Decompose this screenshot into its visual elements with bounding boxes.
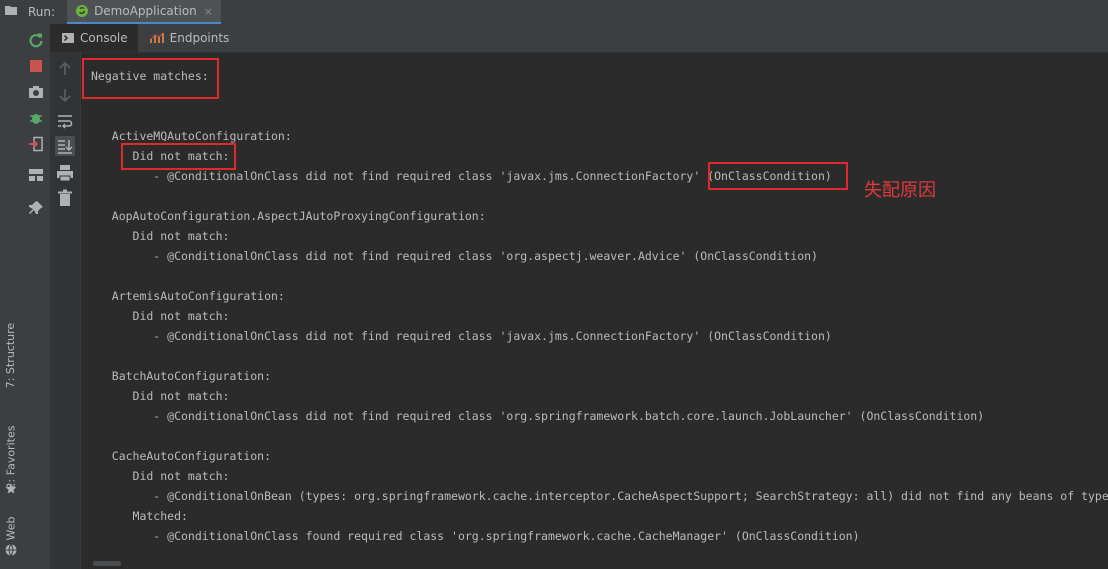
console-line: - @ConditionalOnBean (types: org.springf… [153, 489, 1108, 503]
print-icon[interactable] [55, 163, 75, 183]
highlight-onclasscondition [708, 162, 848, 190]
console-line: - @ConditionalOnClass did not find requi… [91, 329, 832, 343]
highlight-did-not-match [121, 143, 236, 170]
scroll-up-icon[interactable] [55, 59, 75, 79]
console-line: Did not match: [91, 229, 230, 243]
console-line: - @ConditionalOnClass did not find requi… [91, 249, 818, 263]
camera-icon[interactable] [28, 84, 44, 100]
console-line: AopAutoConfiguration.AspectJAutoProxying… [91, 209, 486, 223]
horizontal-scrollbar-thumb[interactable] [93, 561, 121, 566]
run-actions-toolbar [22, 24, 51, 569]
structure-tool-tab[interactable]: 7: Structure [0, 310, 22, 400]
layout-icon[interactable] [28, 167, 44, 183]
console-line: ActiveMQAutoConfiguration: [91, 129, 292, 143]
tab-console-label: Console [80, 31, 128, 45]
run-toolbar: Run: DemoApplication × [22, 0, 1108, 25]
pin-icon[interactable] [28, 200, 44, 216]
star-icon [5, 483, 17, 494]
console-line: Did not match: [91, 309, 230, 323]
web-tab-label: Web [4, 516, 18, 540]
debug-bug-icon[interactable] [28, 110, 44, 126]
favorites-tab-label: 2: Favorites [4, 425, 18, 489]
tab-endpoints-label: Endpoints [169, 31, 230, 45]
highlight-negative-matches [82, 58, 219, 99]
structure-tab-label: 7: Structure [4, 322, 18, 388]
console-line: ArtemisAutoConfiguration: [91, 289, 285, 303]
exit-icon[interactable] [28, 136, 44, 152]
run-config-tab[interactable]: DemoApplication × [67, 0, 221, 24]
stop-icon[interactable] [28, 58, 44, 74]
rerun-icon[interactable] [28, 32, 44, 48]
tab-endpoints[interactable]: Endpoints [138, 24, 240, 52]
run-tab-title: DemoApplication [94, 4, 197, 18]
console-output[interactable]: Negative matches: ActiveMQAutoConfigurat… [81, 53, 1108, 569]
tool-window-strip: 7: Structure 2: Favorites Web [0, 0, 23, 569]
console-side-toolbar [50, 53, 81, 569]
scroll-down-icon[interactable] [55, 85, 75, 105]
clear-all-icon[interactable] [55, 188, 75, 208]
folder-icon[interactable] [5, 5, 17, 15]
globe-icon [5, 544, 17, 556]
run-subtabs: Console Endpoints [50, 24, 1108, 53]
soft-wrap-icon[interactable] [55, 111, 75, 131]
console-line: CacheAutoConfiguration: [91, 449, 272, 463]
annotation-mismatch-reason: 失配原因 [864, 180, 936, 201]
console-line: Did not match: [91, 469, 230, 483]
console-line: - @ConditionalOnClass found required cla… [91, 529, 860, 543]
console-line: - @ConditionalOnClass did not find requi… [91, 409, 985, 423]
spring-boot-icon [76, 5, 89, 17]
run-label: Run: [28, 5, 56, 19]
console-line: Matched: [91, 509, 188, 523]
endpoints-icon [149, 32, 164, 43]
console-line: Did not match: [91, 389, 230, 403]
tab-console[interactable]: Console [50, 24, 138, 52]
console-line: BatchAutoConfiguration: [91, 369, 272, 383]
scroll-to-end-icon[interactable] [55, 136, 75, 156]
console-icon [62, 33, 74, 43]
close-tab-icon[interactable]: × [204, 5, 213, 18]
